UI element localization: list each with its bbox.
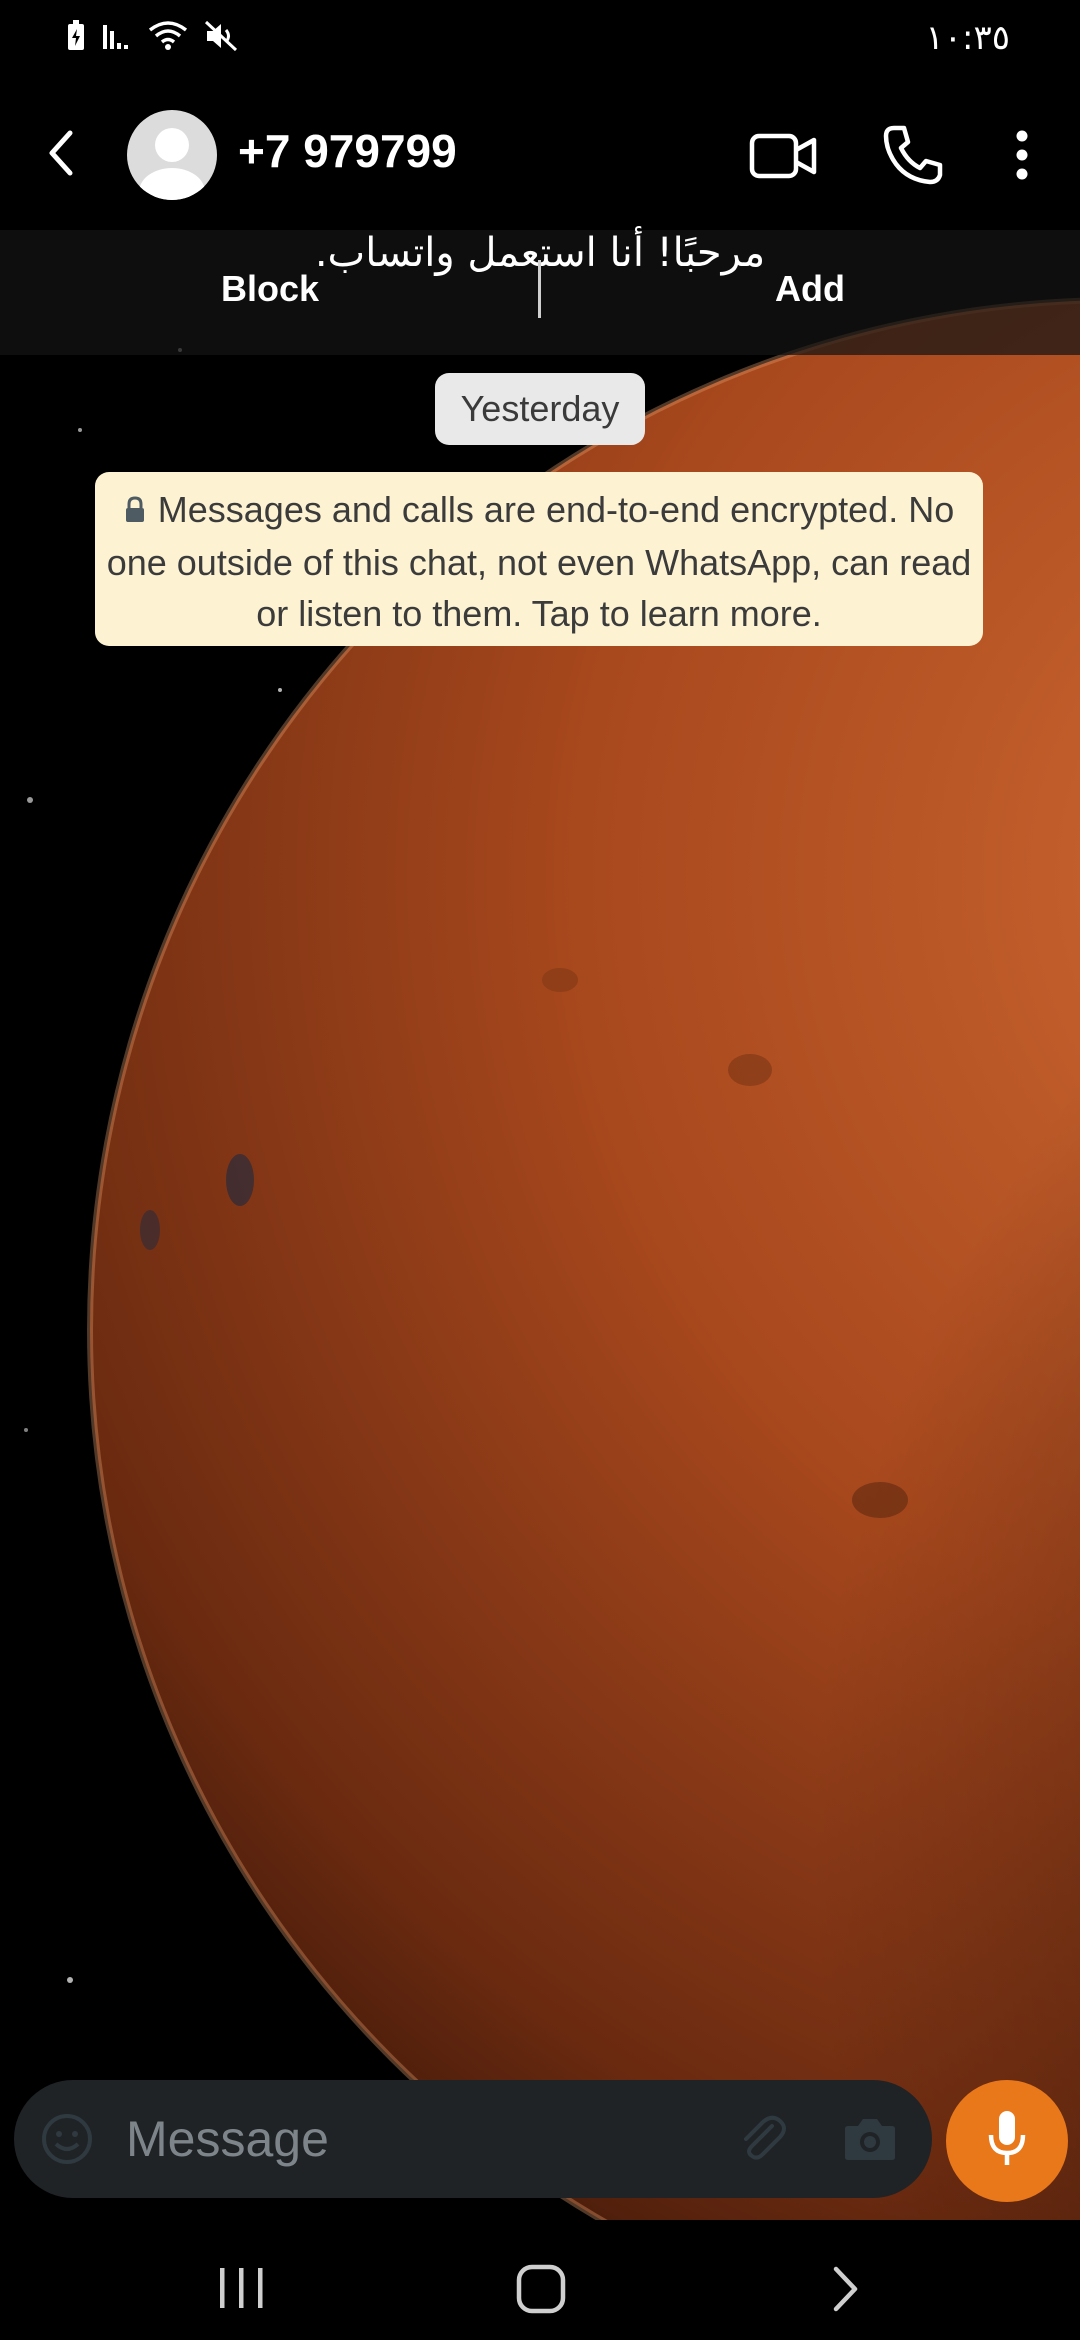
wifi-icon	[148, 20, 188, 57]
unknown-contact-banner: مرحبًا! أنا استعمل واتساب. Block Add	[0, 230, 1080, 355]
recents-icon	[214, 2268, 270, 2314]
status-time: ١٠:٣٥	[925, 18, 1010, 58]
encryption-notice[interactable]: Messages and calls are end-to-end encryp…	[95, 472, 983, 646]
signal-icon	[102, 21, 132, 56]
date-chip: Yesterday	[435, 373, 645, 445]
home-button[interactable]	[516, 2264, 566, 2319]
message-composer	[14, 2080, 932, 2198]
emoji-icon	[40, 2114, 94, 2170]
encryption-notice-text: Messages and calls are end-to-end encryp…	[106, 489, 972, 634]
chat-header: +7 979799	[0, 80, 1080, 230]
status-bar: ١٠:٣٥	[0, 0, 1080, 80]
system-nav-bar	[0, 2220, 1080, 2340]
nav-back-button[interactable]	[828, 2264, 862, 2319]
emoji-button[interactable]	[40, 2112, 94, 2166]
phone-icon	[880, 125, 946, 192]
lock-icon	[124, 486, 146, 537]
attach-button[interactable]	[732, 2110, 790, 2168]
mute-icon	[204, 20, 238, 57]
add-contact-button[interactable]: Add	[540, 268, 1080, 310]
back-button[interactable]	[26, 118, 96, 192]
block-button[interactable]: Block	[0, 268, 540, 310]
voice-message-button[interactable]	[946, 2080, 1068, 2202]
contact-name[interactable]: +7 979799	[238, 124, 457, 178]
back-icon	[46, 129, 76, 182]
camera-icon	[842, 2119, 898, 2170]
avatar[interactable]	[127, 110, 217, 200]
battery-saver-icon	[66, 20, 86, 57]
recents-button[interactable]	[214, 2266, 270, 2315]
video-call-icon	[748, 133, 820, 188]
camera-button[interactable]	[842, 2112, 898, 2166]
message-input[interactable]	[126, 2102, 686, 2176]
home-icon	[516, 2264, 566, 2318]
voice-call-button[interactable]	[880, 122, 946, 188]
more-options-button[interactable]	[1004, 122, 1040, 188]
attach-icon	[732, 2115, 790, 2172]
chevron-right-icon	[828, 2266, 862, 2318]
mic-icon	[985, 2109, 1029, 2174]
avatar-icon	[127, 128, 217, 200]
more-vert-icon	[1004, 130, 1040, 192]
video-call-button[interactable]	[748, 128, 820, 184]
